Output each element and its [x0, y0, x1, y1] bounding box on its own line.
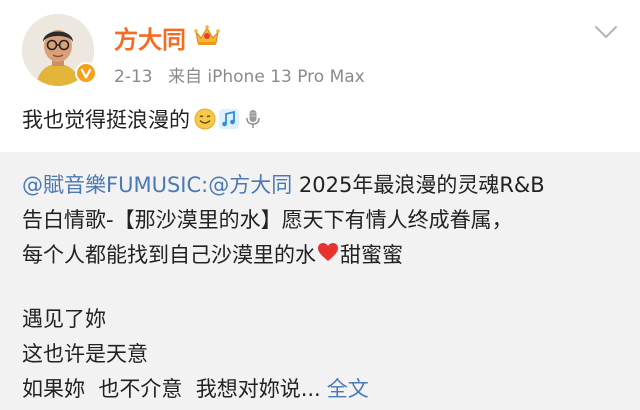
repost-paragraph-2: 遇见了妳 这也许是天意 如果妳 也不介意 我想对妳说... 全文	[22, 302, 622, 407]
repost-line-1: @賦音樂FUMUSIC : @方大同 2025年最浪漫的灵魂R&B	[22, 168, 622, 203]
crown-icon	[194, 24, 220, 52]
repost-box[interactable]: @賦音樂FUMUSIC : @方大同 2025年最浪漫的灵魂R&B 告白情歌-【…	[0, 152, 640, 410]
repost-line-5: 这也许是天意	[22, 342, 148, 366]
post-text-row: 我也觉得挺浪漫的	[22, 104, 266, 134]
emoji-row	[194, 108, 266, 130]
post-meta: 2-13 来自 iPhone 13 Pro Max	[114, 62, 365, 87]
repost-line-2: 告白情歌-【那沙漠里的水】愿天下有情人终成眷属，	[22, 208, 513, 232]
expand-full-text-link[interactable]: 全文	[327, 372, 369, 407]
repost-paragraph-1: @賦音樂FUMUSIC : @方大同 2025年最浪漫的灵魂R&B 告白情歌-【…	[22, 168, 622, 273]
repost-line-3-text-a: 每个人都能找到自己沙漠里的水	[22, 243, 316, 267]
red-heart-icon	[317, 238, 339, 273]
post-source: 来自 iPhone 13 Pro Max	[168, 67, 365, 87]
author-name[interactable]: 方大同	[114, 20, 186, 55]
repost-line-1-text: 2025年最浪漫的灵魂R&B	[292, 173, 545, 197]
weibo-post: 方大同 2-13 来自 iPhone 13 Pro Max 我也觉得挺浪漫的 @…	[0, 0, 640, 410]
mention-fumusic[interactable]: @賦音樂FUMUSIC	[22, 168, 201, 203]
repost-line-4: 遇见了妳	[22, 307, 106, 331]
microphone-icon	[246, 110, 260, 128]
music-note-icon	[219, 109, 239, 129]
chevron-down-icon[interactable]	[594, 24, 618, 44]
repost-line-3: 每个人都能找到自己沙漠里的水 甜蜜蜜	[22, 238, 622, 273]
mention-fangdatong[interactable]: @方大同	[208, 168, 292, 203]
smile-emoji-icon	[194, 108, 216, 130]
post-text: 我也觉得挺浪漫的	[22, 108, 190, 132]
verified-v-icon	[75, 62, 97, 84]
mention-separator: :	[201, 173, 209, 197]
author-name-row[interactable]: 方大同	[114, 20, 220, 55]
repost-line-3-text-b: 甜蜜蜜	[340, 243, 403, 267]
post-date[interactable]: 2-13	[114, 67, 153, 87]
repost-line-6-text: 如果妳 也不介意 我想对妳说...	[22, 377, 321, 401]
repost-line-6: 如果妳 也不介意 我想对妳说... 全文	[22, 372, 622, 407]
